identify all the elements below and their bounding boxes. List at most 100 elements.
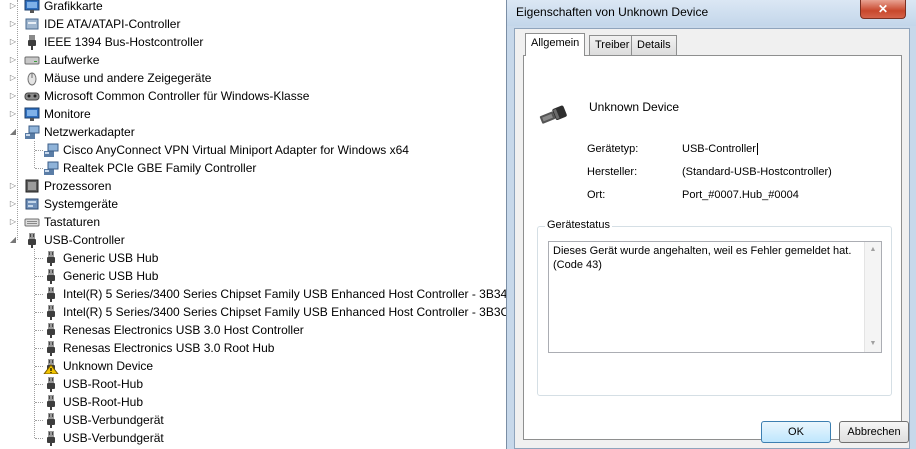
- usb-icon: [43, 394, 59, 410]
- tree-device[interactable]: Intel(R) 5 Series/3400 Series Chipset Fa…: [0, 285, 506, 303]
- usb-icon: [43, 304, 59, 320]
- keyboard-icon: [24, 214, 40, 230]
- expand-icon[interactable]: ◢: [9, 128, 17, 136]
- tree-device-label: Renesas Electronics USB 3.0 Root Hub: [63, 341, 275, 355]
- location-label: Ort:: [587, 189, 606, 201]
- usb-icon: [43, 250, 59, 266]
- expand-icon[interactable]: ▷: [9, 218, 17, 226]
- tree-category-label: USB-Controller: [44, 233, 125, 247]
- tree-device[interactable]: Renesas Electronics USB 3.0 Host Control…: [0, 321, 506, 339]
- cancel-button[interactable]: Abbrechen: [839, 421, 909, 443]
- device-name: Unknown Device: [589, 100, 680, 114]
- system-devices-icon: [24, 196, 40, 212]
- tree-device[interactable]: Renesas Electronics USB 3.0 Root Hub: [0, 339, 506, 357]
- tree-device-label: USB-Verbundgerät: [63, 431, 164, 445]
- expand-icon[interactable]: ▷: [9, 20, 17, 28]
- tree-device-label: USB-Root-Hub: [63, 395, 144, 409]
- tree-category-label: Laufwerke: [44, 53, 100, 67]
- usb-icon: [43, 286, 59, 302]
- usb-icon: [43, 412, 59, 428]
- manufacturer-label: Hersteller:: [587, 166, 638, 178]
- usb-icon: [43, 322, 59, 338]
- network-adapter-icon: [43, 142, 59, 158]
- expand-icon[interactable]: ▷: [9, 74, 17, 82]
- device-status-textbox[interactable]: Dieses Gerät wurde angehalten, weil es F…: [548, 241, 882, 353]
- tree-device-label: Unknown Device: [63, 359, 154, 373]
- display-adapter-icon: [24, 0, 40, 14]
- expand-icon[interactable]: ▷: [9, 110, 17, 118]
- ok-button[interactable]: OK: [761, 421, 831, 443]
- tree-category[interactable]: ▷ Laufwerke: [0, 51, 506, 69]
- device-status-text: Dieses Gerät wurde angehalten, weil es F…: [553, 245, 852, 271]
- tree-category[interactable]: ▷ Systemgeräte: [0, 195, 506, 213]
- network-adapter-icon: [43, 160, 59, 176]
- device-tree[interactable]: ▷ Grafikkarte ▷ IDE ATA/ATAPI-Controller ▷ IE…: [0, 0, 506, 449]
- expand-icon[interactable]: ▷: [9, 182, 17, 190]
- tree-category[interactable]: ▷ Monitore: [0, 105, 506, 123]
- tree-category[interactable]: ▷ Grafikkarte: [0, 0, 506, 15]
- tree-device[interactable]: USB-Verbundgerät: [0, 411, 506, 429]
- tree-category[interactable]: ◢ Netzwerkadapter: [0, 123, 506, 141]
- usb-icon: [24, 232, 40, 248]
- device-status-group: Gerätestatus Dieses Gerät wurde angehalt…: [537, 219, 892, 396]
- tab-details[interactable]: Details: [631, 35, 677, 55]
- tree-category[interactable]: ▷ Mäuse und andere Zeigegeräte: [0, 69, 506, 87]
- device-status-label: Gerätestatus: [545, 219, 612, 231]
- expand-icon[interactable]: ◢: [9, 236, 17, 244]
- tree-device-label: Renesas Electronics USB 3.0 Host Control…: [63, 323, 304, 337]
- tree-category[interactable]: ▷ Microsoft Common Controller für Windows…: [0, 87, 506, 105]
- usb-icon: [43, 268, 59, 284]
- close-button[interactable]: ✕: [860, 0, 906, 19]
- tree-device[interactable]: Generic USB Hub: [0, 249, 506, 267]
- scroll-down-icon[interactable]: ▼: [865, 336, 881, 352]
- expand-icon[interactable]: ▷: [9, 200, 17, 208]
- tree-device-label: USB-Verbundgerät: [63, 413, 164, 427]
- expand-icon[interactable]: ▷: [9, 92, 17, 100]
- tree-category-label: Prozessoren: [44, 179, 112, 193]
- mouse-icon: [24, 70, 40, 86]
- tree-category[interactable]: ▷ Tastaturen: [0, 213, 506, 231]
- usb-warning-icon: [42, 358, 60, 375]
- tree-category-label: Netzwerkadapter: [44, 125, 135, 139]
- manufacturer-value[interactable]: (Standard-USB-Hostcontroller): [682, 166, 832, 178]
- tree-device-label: Intel(R) 5 Series/3400 Series Chipset Fa…: [63, 287, 506, 301]
- tree-category[interactable]: ▷ IDE ATA/ATAPI-Controller: [0, 15, 506, 33]
- tree-device[interactable]: USB-Verbundgerät: [0, 429, 506, 447]
- expand-icon[interactable]: ▷: [9, 38, 17, 46]
- tree-category-label: IEEE 1394 Bus-Hostcontroller: [44, 35, 204, 49]
- tree-category-label: Tastaturen: [44, 215, 101, 229]
- tree-category-label: Mäuse und andere Zeigegeräte: [44, 71, 212, 85]
- tree-category[interactable]: ◢ USB-Controller: [0, 231, 506, 249]
- tree-device[interactable]: Realtek PCIe GBE Family Controller: [0, 159, 506, 177]
- expand-icon[interactable]: ▷: [9, 56, 17, 64]
- network-adapter-icon: [24, 124, 40, 140]
- usb-icon: [43, 430, 59, 446]
- tree-category[interactable]: ▷ Prozessoren: [0, 177, 506, 195]
- tree-device-label: Generic USB Hub: [63, 269, 159, 283]
- monitor-icon: [24, 106, 40, 122]
- tree-category-label: Grafikkarte: [44, 0, 103, 13]
- tree-category[interactable]: ▷ IEEE 1394 Bus-Hostcontroller: [0, 33, 506, 51]
- device-type-value[interactable]: USB-Controller: [682, 143, 758, 155]
- tab-allgemein[interactable]: Allgemein: [525, 33, 586, 56]
- tree-device[interactable]: Generic USB Hub: [0, 267, 506, 285]
- device-type-label: Gerätetyp:: [587, 143, 639, 155]
- scroll-up-icon[interactable]: ▲: [865, 242, 881, 258]
- expand-icon[interactable]: ▷: [9, 2, 17, 10]
- tree-category-label: IDE ATA/ATAPI-Controller: [44, 17, 181, 31]
- tree-device[interactable]: USB-Root-Hub: [0, 393, 506, 411]
- tree-category-label: Microsoft Common Controller für Windows-…: [44, 89, 310, 103]
- processor-icon: [24, 178, 40, 194]
- tab-treiber[interactable]: Treiber: [589, 35, 636, 55]
- tree-device[interactable]: Cisco AnyConnect VPN Virtual Miniport Ad…: [0, 141, 506, 159]
- tree-device[interactable]: USB-Root-Hub: [0, 375, 506, 393]
- dialog-client-area: Allgemein Treiber Details Unknown Device…: [514, 28, 910, 449]
- dialog-titlebar[interactable]: Eigenschaften von Unknown Device ✕: [507, 0, 916, 26]
- usb-plug-icon: [539, 105, 567, 124]
- location-value[interactable]: Port_#0007.Hub_#0004: [682, 189, 799, 201]
- tree-device[interactable]: Unknown Device: [0, 357, 506, 375]
- status-scrollbar[interactable]: ▲ ▼: [864, 242, 881, 352]
- tree-device[interactable]: Intel(R) 5 Series/3400 Series Chipset Fa…: [0, 303, 506, 321]
- close-icon: ✕: [877, 2, 889, 16]
- tree-device-label: Intel(R) 5 Series/3400 Series Chipset Fa…: [63, 305, 506, 319]
